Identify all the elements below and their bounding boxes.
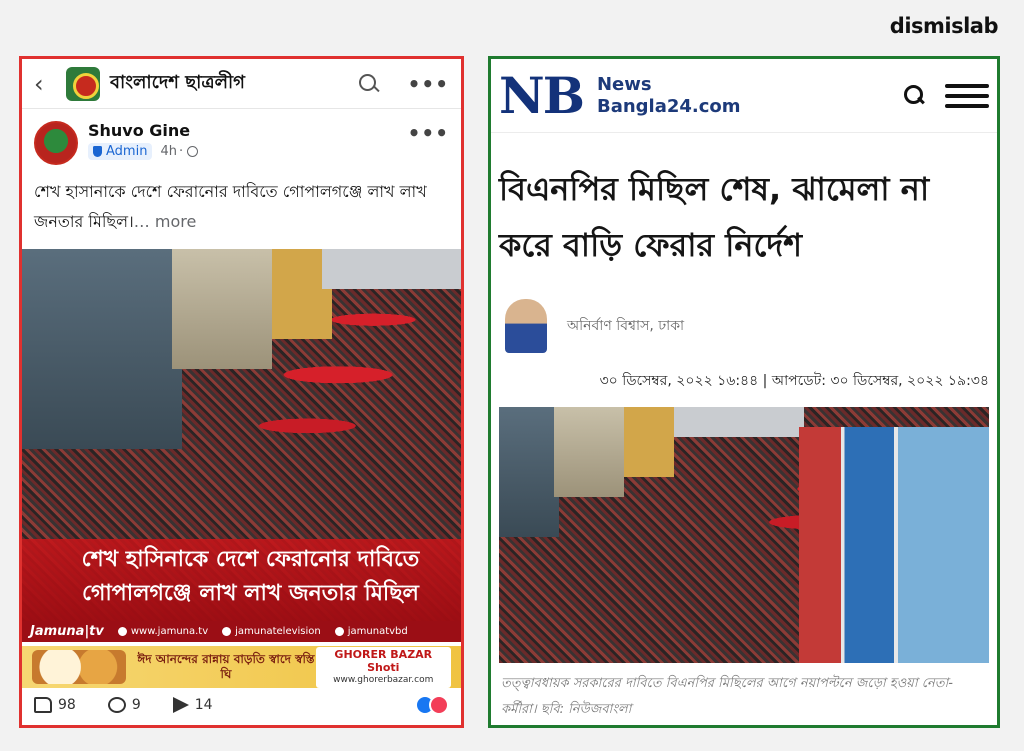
share-icon (172, 697, 189, 713)
group-name[interactable]: বাংলাদেশ ছাত্রলীগ (110, 68, 358, 99)
youtube-item: jamunatvbd (334, 626, 408, 637)
author-info: Shuvo Gine Admin 4h · (88, 121, 408, 165)
ad-site: www.ghorerbazar.com (333, 674, 434, 685)
post-time[interactable]: 4h (160, 144, 177, 159)
globe-icon (187, 146, 199, 157)
shield-icon (93, 146, 102, 157)
image-caption-band: শেখ হাসিনাকে দেশে ফেরানোর দাবিতে গোপালগঞ… (22, 539, 461, 621)
channel-bar: Jamuna|tv www.jamuna.tv jamunatelevision… (22, 621, 461, 642)
author-photo[interactable] (505, 299, 547, 353)
sky-shape (674, 407, 804, 437)
hamburger-menu-icon[interactable] (945, 83, 989, 108)
post-author: Shuvo Gine Admin 4h · ••• (22, 109, 461, 165)
ad-banner[interactable]: ঈদ আনন্দের রান্নায় বাড়তি স্বাদে স্বস্ত… (22, 646, 461, 688)
web-icon (117, 627, 127, 636)
more-options-icon[interactable]: ••• (408, 72, 449, 96)
search-icon[interactable] (903, 84, 927, 108)
article-title: বিএনপির মিছিল শেষ, ঝামেলা না করে বাড়ি ফ… (499, 170, 930, 264)
ad-text: ঈদ আনন্দের রান্নায় বাড়তি স্বাদে স্বস্ত… (137, 652, 315, 681)
see-more-link[interactable]: … more (134, 212, 197, 231)
comment-button[interactable]: 9 (107, 697, 141, 713)
author-row: অনির্বাণ বিশ্বাস, ঢাকা (491, 281, 997, 353)
admin-badge: Admin (88, 143, 153, 160)
like-count: 98 (58, 697, 76, 713)
post-body: শেখ হাসানাকে দেশে ফেরানোর দাবিতে গোপালগঞ… (34, 182, 427, 231)
ad-brand-2: Shoti (367, 660, 400, 674)
reactions[interactable] (415, 695, 449, 715)
jamuna-logo: Jamuna|tv (30, 624, 104, 639)
article-image[interactable] (499, 407, 989, 663)
building-shape (624, 407, 674, 477)
comment-count: 9 (131, 697, 141, 713)
article-timestamp: ৩০ ডিসেম্বর, ২০২২ ১৬:৪৪ | আপডেট: ৩০ ডিসে… (599, 373, 989, 389)
author-name[interactable]: Shuvo Gine (88, 121, 408, 140)
back-icon[interactable]: ‹ (34, 70, 62, 98)
ad-brand-1: GHORER BAZAR (334, 647, 433, 661)
dismislab-watermark: dismislab (889, 14, 999, 38)
share-count: 14 (194, 697, 213, 713)
post-meta: Admin 4h · (88, 143, 408, 160)
facebook-label: jamunatelevision (235, 626, 321, 637)
campaign-posters (799, 427, 989, 663)
building-shape (22, 249, 182, 449)
search-icon[interactable] (358, 73, 380, 95)
post-actions: 98 9 14 (22, 685, 461, 725)
website-label: www.jamuna.tv (130, 626, 209, 637)
overlay-line-2: গোপালগঞ্জে লাখ লাখ জনতার মিছিল (82, 581, 419, 606)
food-image (32, 650, 127, 684)
site-name-line2: Bangla24.com (596, 95, 741, 117)
facebook-icon (222, 627, 232, 636)
comment-icon (107, 697, 126, 713)
site-header: NB News Bangla24.com (491, 59, 997, 133)
author-name[interactable]: অনির্বাণ বিশ্বাস, ঢাকা (567, 314, 684, 338)
group-header: ‹ বাংলাদেশ ছাত্রলীগ ••• (22, 59, 461, 109)
ad-brand-logo: GHORER BAZAR Shoti www.ghorerbazar.com (315, 646, 451, 688)
group-avatar[interactable] (66, 66, 100, 101)
nb-logo[interactable]: NB (499, 66, 585, 125)
facebook-item: jamunatelevision (222, 626, 321, 637)
post-text: শেখ হাসানাকে দেশে ফেরানোর দাবিতে গোপালগঞ… (22, 165, 461, 245)
overlay-line-1: শেখ হাসিনাকে দেশে ফেরানোর দাবিতে (81, 547, 420, 572)
post-more-icon[interactable]: ••• (408, 121, 449, 165)
facebook-post-panel: ‹ বাংলাদেশ ছাত্রলীগ ••• Shuvo Gine Admin… (19, 56, 464, 728)
image-caption: তত্ত্বাবধায়ক সরকারের দাবিতে বিএনপির মিছ… (501, 676, 953, 717)
site-name-line1: News (596, 73, 652, 95)
admin-badge-label: Admin (106, 144, 148, 159)
building-shape (554, 407, 624, 497)
like-icon (34, 697, 52, 713)
share-button[interactable]: 14 (172, 697, 213, 713)
love-reaction-icon (429, 695, 449, 715)
youtube-label: jamunatvbd (347, 626, 408, 637)
avatar[interactable] (34, 121, 78, 165)
site-name[interactable]: News Bangla24.com (597, 74, 741, 118)
news-article-panel: NB News Bangla24.com বিএনপির মিছিল শেষ, … (488, 56, 1000, 728)
building-shape (172, 249, 272, 369)
building-shape (499, 407, 559, 537)
sky-shape (322, 249, 461, 289)
youtube-icon (334, 627, 344, 636)
like-button[interactable]: 98 (34, 697, 76, 713)
post-image[interactable]: শেখ হাসিনাকে দেশে ফেরানোর দাবিতে গোপালগঞ… (22, 249, 461, 642)
website-item: www.jamuna.tv (117, 626, 209, 637)
